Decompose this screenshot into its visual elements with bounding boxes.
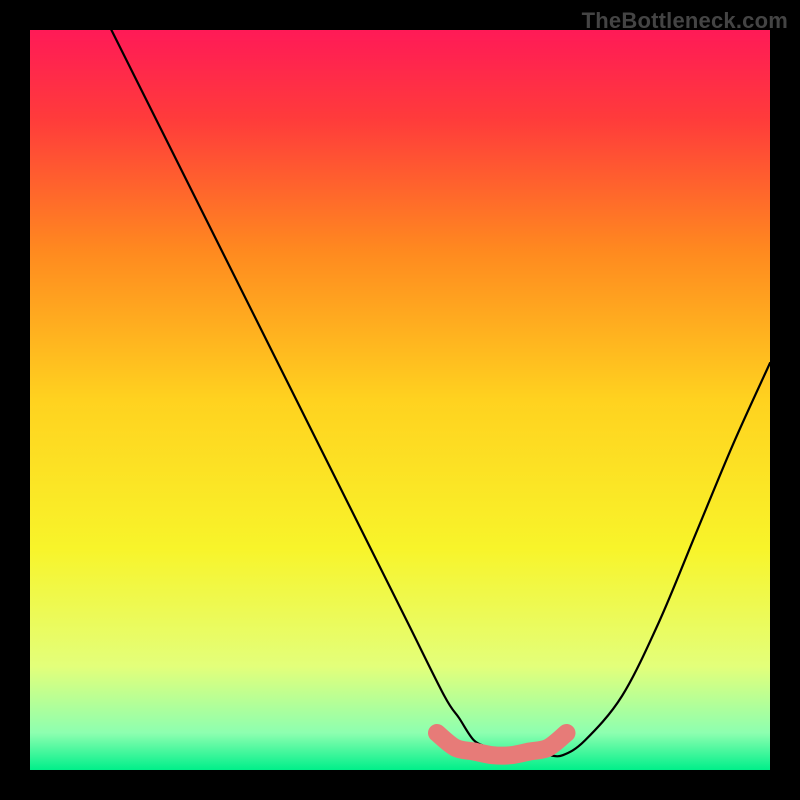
chart-background	[30, 30, 770, 770]
chart-stage: TheBottleneck.com	[0, 0, 800, 800]
chart-svg	[30, 30, 770, 770]
plot-area	[30, 30, 770, 770]
